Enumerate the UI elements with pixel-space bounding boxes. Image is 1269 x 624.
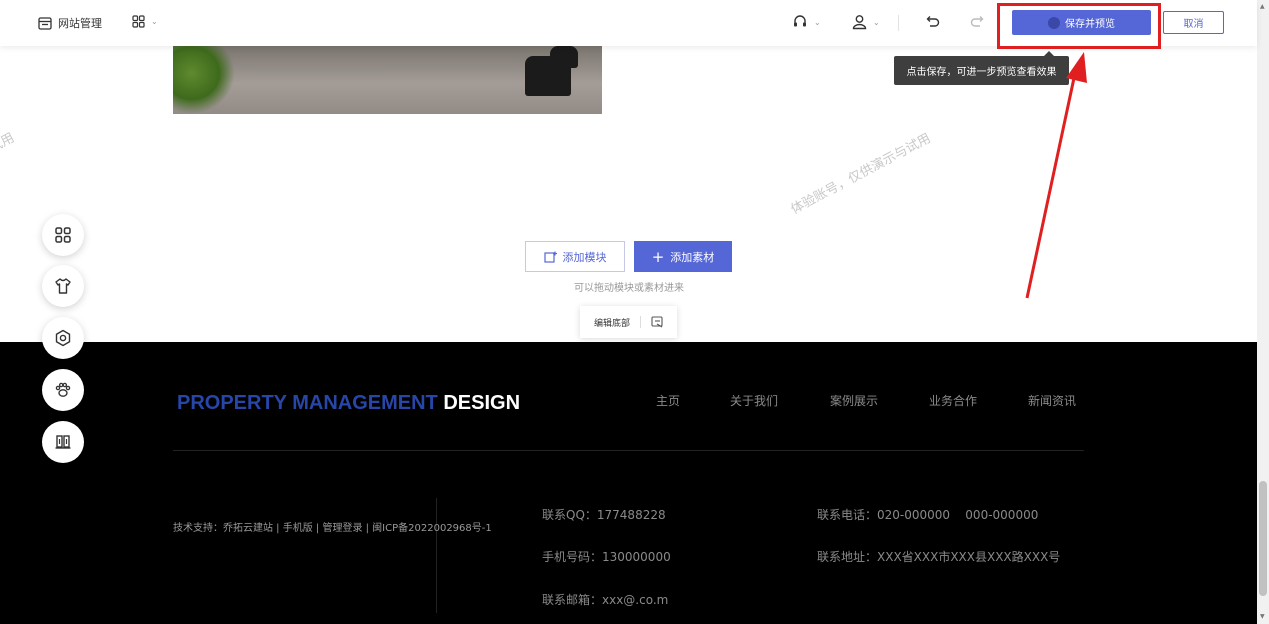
drag-hint: 可以拖动模块或素材进来 <box>574 283 684 294</box>
add-material-button[interactable]: + 添加素材 <box>634 241 732 272</box>
save-tooltip: 点击保存，可进一步预览查看效果 <box>894 51 1069 85</box>
add-module-label: 添加模块 <box>562 250 607 264</box>
footer-vertical-divider <box>436 498 437 613</box>
undo-button[interactable] <box>926 15 940 28</box>
shirt-icon <box>55 278 71 294</box>
user-dropdown[interactable]: ⌄ <box>852 14 880 30</box>
toolbar-divider <box>898 15 899 31</box>
office-photo <box>173 46 602 114</box>
site-manage-icon <box>38 16 52 30</box>
chevron-down-icon: ⌄ <box>151 17 158 26</box>
cancel-button[interactable]: 取消 <box>1163 11 1224 34</box>
chevron-down-icon: ⌄ <box>873 17 880 27</box>
chevron-down-icon: ⌄ <box>814 17 821 27</box>
footer-support-text: 技术支持：乔拓云建站 | 手机版 | 管理登录 | 闽ICP备202200296… <box>173 523 492 534</box>
apps-grid-icon <box>132 15 145 28</box>
apps-dropdown[interactable]: ⌄ <box>132 15 158 28</box>
vertical-scrollbar[interactable]: ▲ ▼ <box>1257 0 1269 624</box>
scrollbar-thumb[interactable] <box>1259 481 1267 596</box>
loading-spinner-icon <box>1048 16 1060 29</box>
brand-part1: PROPERTY MANAGEMENT <box>177 392 438 414</box>
footer-nav-business[interactable]: 业务合作 <box>929 392 977 409</box>
footer-brand: PROPERTY MANAGEMENT DESIGN <box>177 392 520 415</box>
divider <box>640 316 641 328</box>
headset-icon <box>794 15 806 27</box>
edit-footer-toolbar[interactable]: 编辑底部 <box>580 306 677 338</box>
scroll-up-arrow-icon[interactable]: ▲ <box>1260 3 1265 10</box>
site-footer: PROPERTY MANAGEMENT DESIGN 主页 关于我们 案例展示 … <box>0 342 1257 624</box>
site-manage-menu[interactable]: 网站管理 <box>38 15 102 31</box>
undo-icon <box>926 16 940 27</box>
footer-settings-icon[interactable] <box>651 316 663 328</box>
footer-nav-cases[interactable]: 案例展示 <box>830 392 878 409</box>
save-button-label: 保存并预览 <box>1065 19 1115 30</box>
chair-shape <box>550 46 578 68</box>
footer-nav-about[interactable]: 关于我们 <box>730 392 778 409</box>
redo-icon <box>970 16 984 27</box>
brand-part2: DESIGN <box>443 392 521 414</box>
footer-nav-home[interactable]: 主页 <box>656 392 680 409</box>
footer-phone: 联系电话：020-000000 000-000000 <box>817 508 1039 522</box>
redo-button[interactable] <box>970 15 984 28</box>
footer-divider <box>173 450 1084 451</box>
footer-address: 联系地址：XXX省XXX市XXX县XXX路XXX号 <box>817 550 1061 564</box>
footer-qq: 联系QQ：177488228 <box>542 508 666 522</box>
plant-decoration <box>173 46 235 114</box>
footer-mobile: 手机号码：130000000 <box>542 550 671 564</box>
watermark-text: 体验账号，仅供演示与试用 <box>788 131 934 218</box>
pet-button[interactable] <box>42 369 84 411</box>
watermark-text: 试用 <box>0 130 17 156</box>
theme-button[interactable] <box>42 265 84 307</box>
support-dropdown[interactable]: ⌄ <box>792 14 821 30</box>
add-module-button[interactable]: 添加模块 <box>525 241 625 272</box>
add-material-label: 添加素材 <box>670 250 715 264</box>
paw-icon <box>55 382 71 397</box>
site-manage-label: 网站管理 <box>58 17 102 30</box>
settings-button[interactable] <box>42 317 84 359</box>
edit-footer-label[interactable]: 编辑底部 <box>594 316 630 329</box>
grid-icon <box>55 227 71 243</box>
building-button[interactable] <box>42 421 84 463</box>
footer-nav-news[interactable]: 新闻资讯 <box>1028 392 1076 409</box>
red-arrow-annotation <box>1025 52 1087 299</box>
settings-icon <box>55 329 71 347</box>
scroll-down-arrow-icon[interactable]: ▼ <box>1260 613 1265 620</box>
add-module-icon <box>543 251 557 263</box>
module-grid-button[interactable] <box>42 214 84 256</box>
user-icon <box>852 15 867 30</box>
footer-email: 联系邮箱：xxx@.co.m <box>542 593 669 607</box>
top-toolbar: 网站管理 ⌄ ⌄ ⌄ 保存并预览 取消 <box>0 0 1257 46</box>
save-and-preview-button[interactable]: 保存并预览 <box>1012 10 1151 35</box>
plus-icon: + <box>651 247 665 266</box>
building-icon <box>55 435 71 449</box>
